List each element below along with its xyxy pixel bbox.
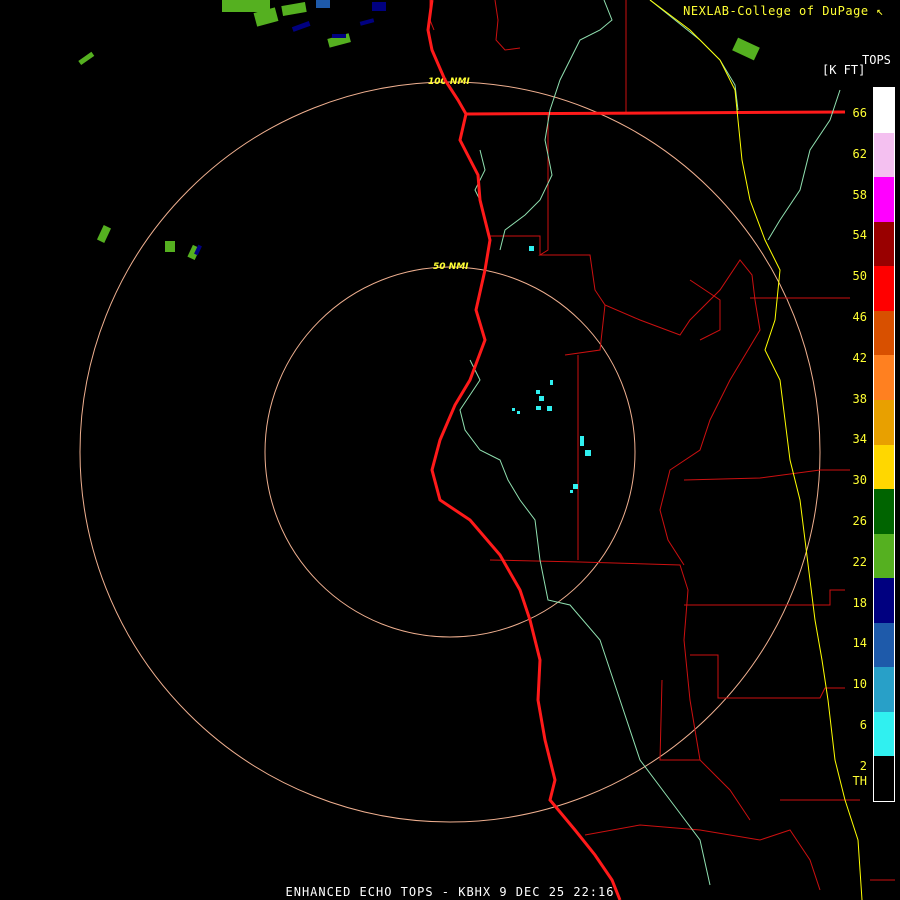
legend-tick-label: 62 — [852, 146, 867, 161]
legend-tick-label: 66 — [852, 106, 867, 120]
range-ring-50nmi — [264, 266, 636, 638]
legend-tick-label: 14 — [852, 636, 867, 651]
product-footer: ENHANCED ECHO TOPS - KBHX 9 DEC 25 22:16 — [285, 885, 615, 899]
legend-tick-label: 6 — [859, 718, 867, 732]
legend-tick-label: 18 — [852, 595, 867, 610]
legend-tick-label: 54 — [852, 228, 867, 243]
range-ring-100nmi — [79, 81, 821, 823]
legend-swatch — [874, 622, 894, 668]
coastline — [426, 0, 622, 900]
credit-label[interactable]: NEXLAB-College of DuPage ↖ — [683, 4, 884, 18]
legend-tick-label: 26 — [852, 514, 867, 528]
legend-tick-label: 42 — [852, 350, 867, 365]
rivers — [459, 0, 841, 886]
roads — [649, 0, 863, 900]
legend-tick-label: 46 — [852, 310, 867, 324]
legend-swatch — [874, 711, 894, 757]
legend-swatch — [874, 132, 894, 178]
legend-tick-label: 2 — [859, 758, 867, 773]
legend-color-bar — [873, 87, 895, 802]
legend-swatch — [874, 578, 894, 623]
legend-swatch — [874, 177, 894, 222]
legend-swatch — [874, 266, 894, 311]
legend-swatch — [874, 399, 894, 445]
legend-swatch — [874, 489, 894, 534]
ring-label-50: 50 NMI — [433, 262, 469, 272]
legend-swatch — [874, 310, 894, 356]
legend-swatch — [874, 221, 894, 267]
radar-echoes — [78, 0, 760, 493]
state-border — [464, 110, 846, 116]
legend-swatch — [874, 444, 894, 490]
legend-tick-label: 22 — [852, 554, 867, 569]
legend-tick-label: 58 — [852, 187, 867, 202]
legend-title-line1: TOPS — [862, 53, 891, 67]
legend-swatch — [874, 355, 894, 400]
legend-tick-label: TH — [852, 773, 867, 788]
legend-title-line2: [K FT] — [822, 63, 866, 77]
legend-tick-label: 34 — [852, 432, 867, 447]
legend-tick-label: 50 — [852, 269, 867, 284]
legend-tick-label: 38 — [852, 391, 867, 406]
legend-tick-label: 10 — [852, 677, 867, 692]
radar-map: 100 NMI 50 NMI — [78, 0, 895, 900]
legend-swatch — [874, 533, 894, 579]
legend-swatch — [874, 667, 894, 712]
legend-tick-label: 30 — [852, 473, 867, 488]
county-lines — [429, 0, 895, 891]
legend-swatch — [874, 756, 894, 801]
legend-swatch — [874, 88, 894, 133]
